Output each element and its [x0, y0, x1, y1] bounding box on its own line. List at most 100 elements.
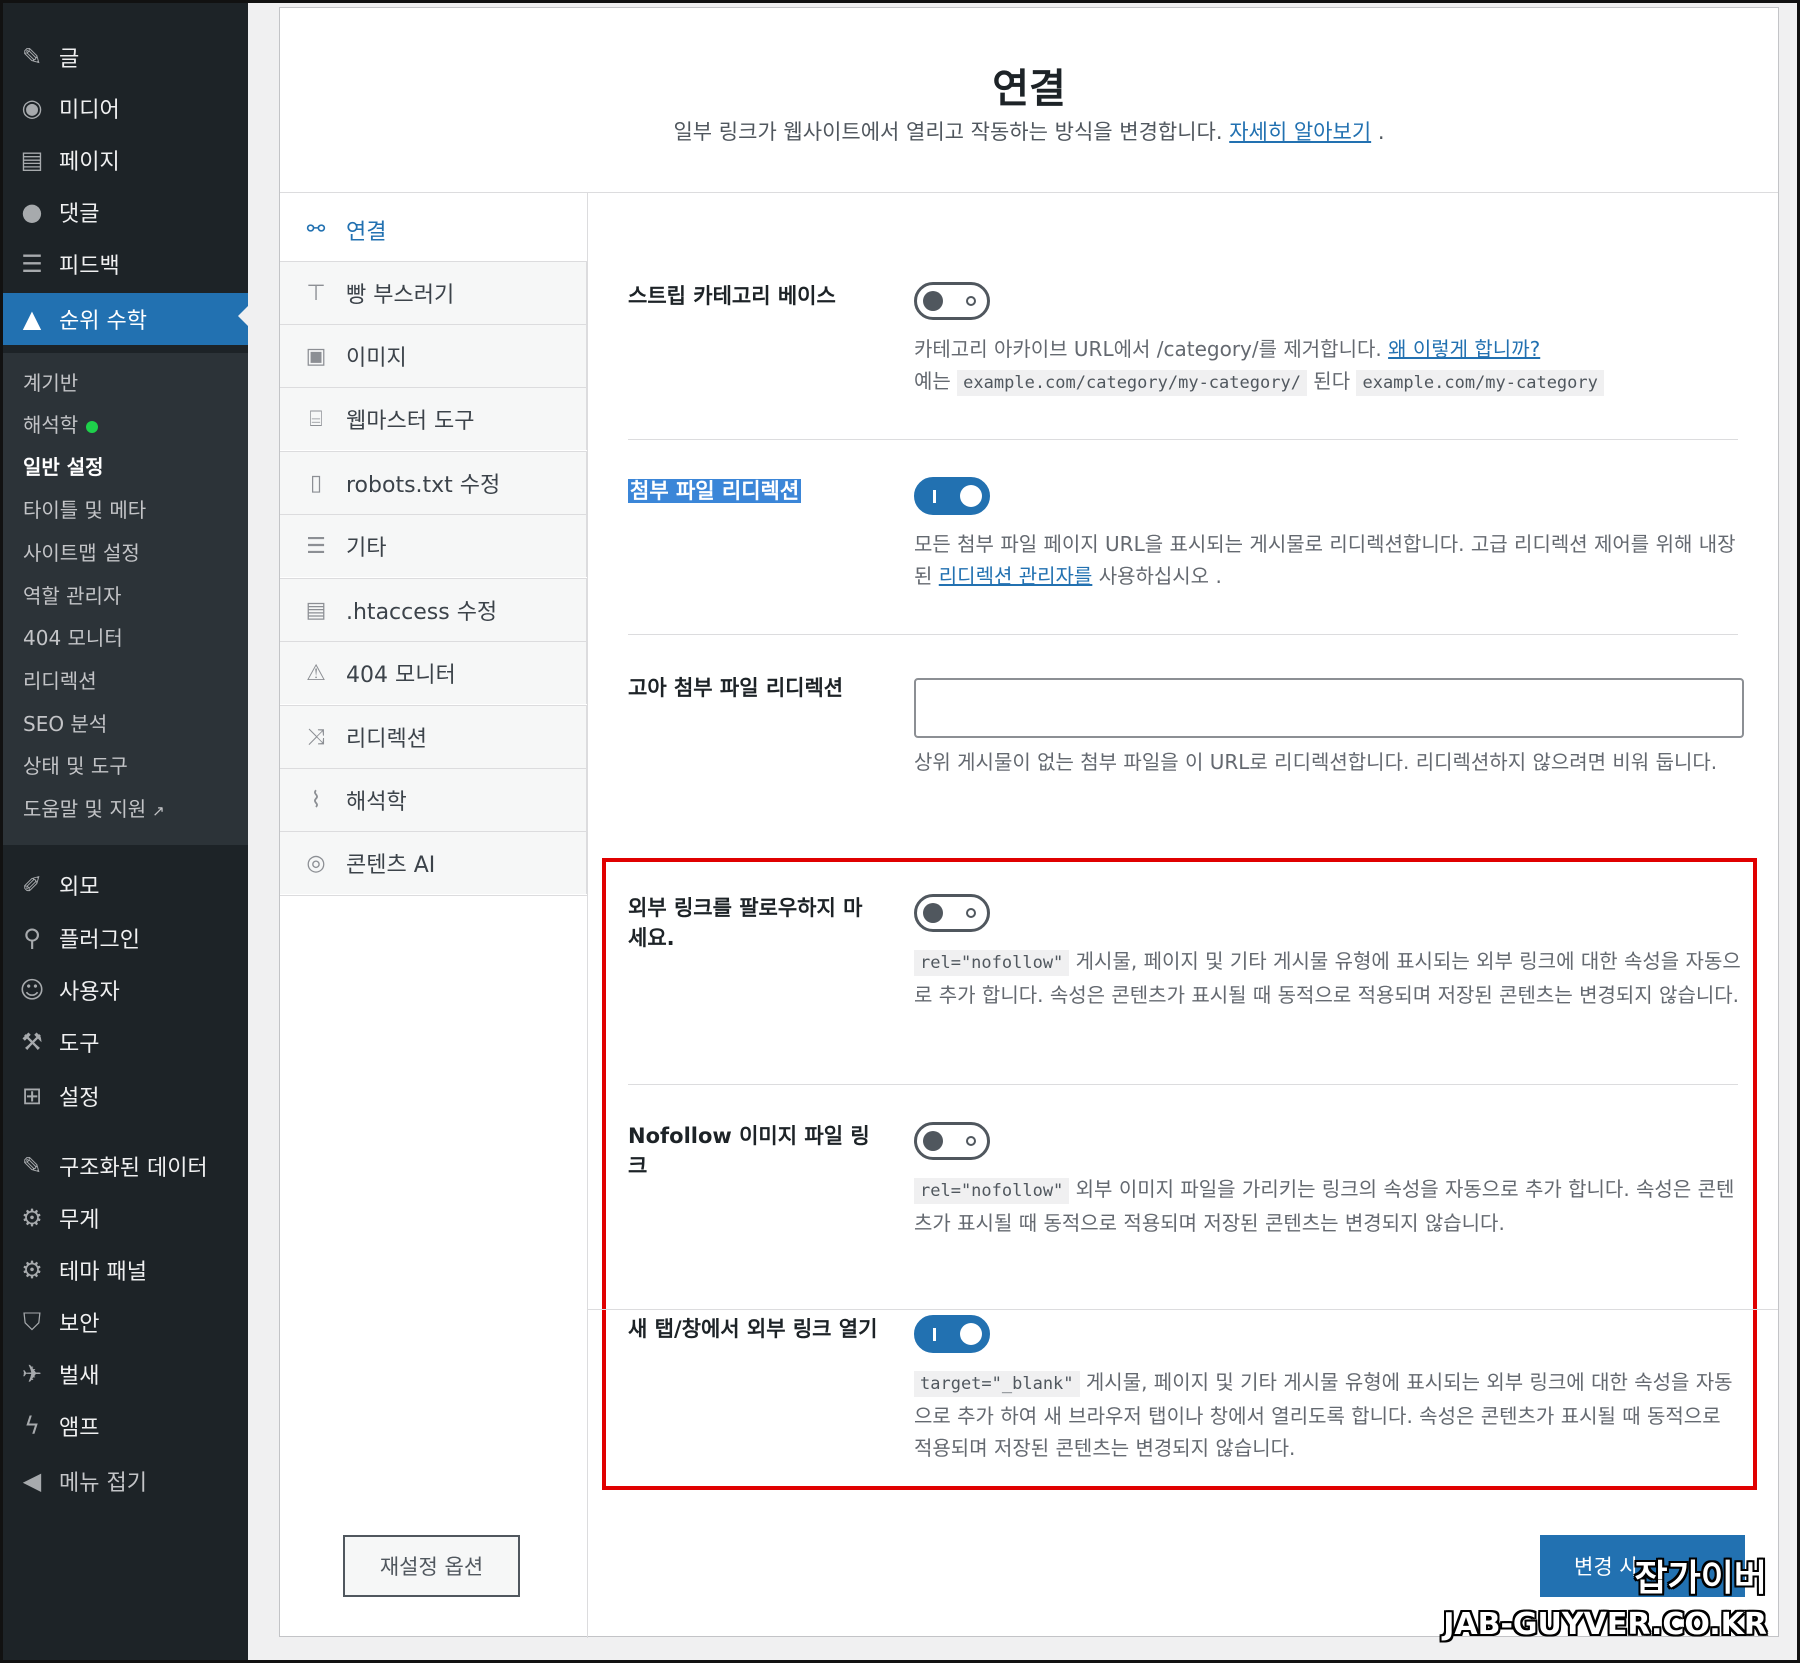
menu-theme-panel[interactable]: ⚙ 테마 패널	[3, 1247, 248, 1293]
strip-category-description: 카테고리 아카이브 URL에서 /category/를 제거합니다. 왜 이렇게…	[914, 333, 1744, 399]
menu-settings[interactable]: ⊞ 설정	[3, 1073, 248, 1119]
reset-options-button[interactable]: 재설정 옵션	[343, 1535, 520, 1597]
tab-links[interactable]: ⚯ 연결	[280, 198, 587, 261]
tab-label: 이미지	[346, 346, 407, 371]
attribute-code: rel="nofollow"	[914, 1178, 1070, 1204]
submenu-role-manager[interactable]: 역할 관리자	[23, 580, 121, 609]
tab-label: 404 모니터	[346, 663, 456, 688]
tab-breadcrumbs[interactable]: ⊤ 빵 부스러기	[280, 261, 587, 324]
submenu-analytics[interactable]: 해석학	[23, 409, 99, 438]
menu-label: 사용자	[59, 980, 120, 1005]
warning-icon: ⚠	[306, 660, 326, 686]
menu-label: 플러그인	[59, 928, 140, 953]
settings-icon: ⊞	[21, 1082, 43, 1110]
page-title: 연결	[992, 66, 1066, 112]
divider	[628, 439, 1738, 440]
new-tab-description: target="_blank" 게시물, 페이지 및 기타 게시물 유형에 표시…	[914, 1366, 1744, 1464]
menu-security[interactable]: ⛉ 보안	[3, 1299, 248, 1345]
menu-structured-data[interactable]: ✎ 구조화된 데이터	[3, 1143, 248, 1189]
learn-more-link[interactable]: 자세히 알아보기	[1229, 120, 1371, 144]
submenu-status-tools[interactable]: 상태 및 도구	[23, 750, 128, 779]
tab-404-monitor[interactable]: ⚠ 404 모니터	[280, 641, 587, 704]
menu-label: 피드백	[59, 254, 120, 279]
menu-comments[interactable]: ● 댓글	[3, 189, 248, 235]
new-tab-toggle[interactable]	[914, 1315, 990, 1353]
menu-amp[interactable]: ϟ 앰프	[3, 1403, 248, 1449]
strip-category-label: 스트립 카테고리 베이스	[628, 284, 836, 308]
tab-robots-txt[interactable]: ▯ robots.txt 수정	[280, 451, 587, 514]
why-link[interactable]: 왜 이렇게 합니까?	[1388, 337, 1540, 361]
toggle-knob	[923, 903, 943, 923]
orphan-redirect-label: 고아 첨부 파일 리디렉션	[628, 676, 844, 700]
submenu-404-monitor[interactable]: 404 모니터	[23, 622, 123, 651]
menu-appearance[interactable]: ✐ 외모	[3, 862, 248, 908]
tab-images[interactable]: ▣ 이미지	[280, 324, 587, 387]
rank-math-submenu: 계기반 해석학 일반 설정 타이틀 및 메타 사이트맵 설정 역할 관리자 40…	[3, 353, 248, 845]
hummingbird-icon: ✈	[21, 1360, 43, 1388]
toolbox-icon: ⌸	[309, 406, 323, 432]
submenu-sitemap[interactable]: 사이트맵 설정	[23, 537, 140, 566]
redirection-manager-link[interactable]: 리디렉션 관리자를	[939, 564, 1093, 588]
settings-content: 스트립 카테고리 베이스 카테고리 아카이브 URL에서 /category/를…	[587, 193, 1780, 1638]
nofollow-images-toggle[interactable]	[914, 1122, 990, 1160]
brush-icon: ✐	[21, 871, 43, 899]
menu-posts[interactable]: ✎ 글	[3, 34, 248, 80]
gear-icon: ⚙	[21, 1256, 43, 1284]
submenu-dashboard[interactable]: 계기반	[23, 367, 78, 396]
menu-pages[interactable]: ▤ 페이지	[3, 137, 248, 183]
strip-category-toggle[interactable]	[914, 282, 990, 320]
link-icon: ⚯	[306, 217, 326, 242]
submenu-general-settings[interactable]: 일반 설정	[23, 451, 104, 480]
menu-rank-math[interactable]: ▲ 순위 수학	[3, 293, 248, 345]
plugin-icon: ⚲	[23, 924, 41, 952]
orphan-redirect-description: 상위 게시물이 없는 첨부 파일을 이 URL로 리디렉션합니다. 리디렉션하지…	[914, 750, 1718, 774]
page-subtitle: 일부 링크가 웹사이트에서 열리고 작동하는 방식을 변경합니다. 자세히 알아…	[280, 116, 1778, 146]
nofollow-images-label: Nofollow 이미지 파일 링크	[628, 1124, 870, 1178]
toggle-knob	[960, 485, 982, 507]
tab-webmaster-tools[interactable]: ⌸ 웹마스터 도구	[280, 387, 587, 450]
nofollow-external-toggle[interactable]	[914, 894, 990, 932]
menu-hummingbird[interactable]: ✈ 벌새	[3, 1351, 248, 1397]
menu-users[interactable]: ☺ 사용자	[3, 967, 248, 1013]
tab-analytics[interactable]: ⌇ 해석학	[280, 768, 587, 831]
example-from: example.com/category/my-category/	[957, 370, 1307, 396]
toggle-off-indicator	[966, 1136, 976, 1146]
orphan-redirect-input[interactable]	[914, 678, 1744, 738]
submenu-titles-meta[interactable]: 타이틀 및 메타	[23, 494, 146, 523]
submenu-label: 해석학	[23, 413, 79, 437]
rankmath-icon: ▲	[22, 305, 42, 333]
tab-label: 연결	[346, 219, 387, 245]
submenu-redirections[interactable]: 리디렉션	[23, 665, 97, 694]
toggle-off-indicator	[966, 908, 976, 918]
tab-content-ai[interactable]: ◎ 콘텐츠 AI	[280, 831, 587, 894]
tab-others[interactable]: ☰ 기타	[280, 514, 587, 577]
pin-icon: ✎	[21, 1152, 43, 1180]
subtitle-text: 일부 링크가 웹사이트에서 열리고 작동하는 방식을 변경합니다.	[673, 120, 1223, 144]
subtitle-period: .	[1377, 120, 1385, 144]
menu-label: 페이지	[59, 150, 120, 175]
tab-redirections[interactable]: ⤨ 리디렉션	[280, 705, 587, 768]
signpost-icon: ⊤	[306, 280, 326, 306]
submenu-help[interactable]: 도움말 및 지원 ↗	[23, 793, 165, 822]
menu-weight[interactable]: ⚙ 무게	[3, 1195, 248, 1241]
file-o-icon: ▯	[309, 470, 323, 496]
toggle-on-indicator	[933, 1328, 936, 1341]
attachment-redirect-description: 모든 첨부 파일 페이지 URL을 표시되는 게시물로 리디렉션합니다. 고급 …	[914, 528, 1744, 592]
tab-label: 해석학	[346, 790, 407, 815]
menu-label: 외모	[59, 875, 100, 900]
tab-htaccess[interactable]: ▤ .htaccess 수정	[280, 578, 587, 641]
menu-collapse[interactable]: ◀ 메뉴 접기	[3, 1458, 248, 1504]
example-to: example.com/my-category	[1356, 370, 1604, 396]
tab-label: 웹마스터 도구	[346, 409, 475, 434]
menu-feedback[interactable]: ☰ 피드백	[3, 241, 248, 287]
chart-icon: ⌇	[310, 787, 322, 813]
menu-plugins[interactable]: ⚲ 플러그인	[3, 915, 248, 961]
menu-tools[interactable]: ⚒ 도구	[3, 1019, 248, 1065]
attachment-redirect-toggle[interactable]	[914, 477, 990, 515]
example-prefix: 예는	[914, 369, 951, 393]
submenu-seo-analysis[interactable]: SEO 분석	[23, 708, 107, 737]
menu-media[interactable]: ◉ 미디어	[3, 85, 248, 131]
media-icon: ◉	[21, 94, 43, 122]
external-link-icon: ↗	[152, 802, 165, 820]
wrench-icon: ⚒	[21, 1028, 43, 1056]
